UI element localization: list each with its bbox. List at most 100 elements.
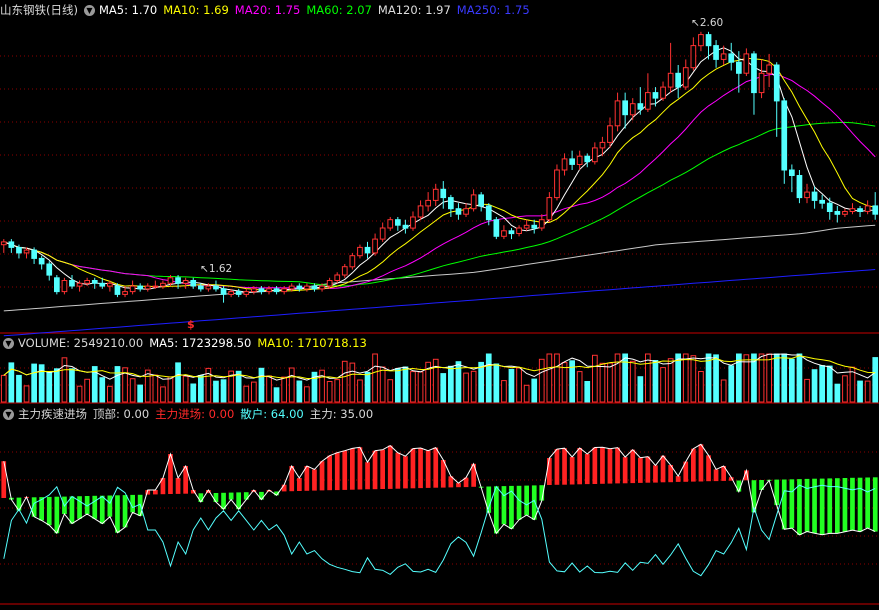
candle-body — [599, 141, 606, 149]
volume-bar — [690, 355, 697, 403]
volume-bar — [167, 376, 174, 403]
volume-bar — [304, 386, 310, 403]
candle-body — [54, 277, 60, 293]
volume-bar — [107, 385, 113, 403]
indicator-bars[interactable] — [1, 443, 878, 577]
candle-body — [485, 205, 492, 221]
volume-bar — [387, 379, 394, 403]
volume-bar — [538, 358, 545, 403]
candle-body — [607, 125, 613, 143]
volume-label: VOLUME: 2549210.00 — [18, 336, 144, 350]
candle-body — [857, 208, 863, 212]
indicator-bar — [175, 478, 181, 494]
moving-average-lines — [3, 47, 876, 337]
indicator-bar — [857, 477, 863, 532]
indicator-bar — [350, 448, 355, 490]
volume-bar — [660, 367, 666, 403]
indicator-bar — [410, 448, 416, 489]
stock-chart[interactable] — [0, 0, 879, 610]
volume-bar — [576, 371, 583, 403]
volume-bar — [546, 353, 553, 403]
indicator-bar — [691, 448, 696, 482]
high-price-annotation: ↖2.60 — [691, 17, 724, 29]
volume-bar — [137, 384, 144, 403]
volume-bar — [341, 360, 348, 403]
candle-body — [561, 158, 568, 171]
candle-body — [690, 45, 697, 69]
volume-bar — [198, 375, 204, 403]
volume-bar — [273, 387, 280, 403]
indicator-bar — [403, 456, 408, 489]
candle-body — [546, 197, 553, 221]
volume-bar — [826, 365, 833, 403]
indicator-bar — [804, 478, 810, 532]
indicator-bar — [592, 447, 598, 484]
candle-body — [531, 224, 538, 229]
ma5-label: MA5: 1.70 — [98, 3, 158, 17]
candle-body — [228, 291, 235, 295]
candle-body — [849, 208, 856, 212]
candle-body — [523, 224, 530, 229]
indicator-bar — [622, 457, 628, 484]
candle-body — [152, 285, 159, 288]
ma10-label: MA10: 1.69 — [163, 3, 229, 17]
candle-body — [175, 277, 181, 284]
indicator-bar — [122, 495, 128, 528]
indicator-bar — [797, 479, 802, 535]
volume-bar — [493, 363, 500, 403]
volume-bar — [872, 357, 879, 403]
candle-body — [167, 277, 174, 284]
candlesticks[interactable] — [0, 31, 879, 303]
volume-bar — [251, 381, 257, 403]
indicator-legend: ▼ 主力疾速进场 顶部: 0.00 主力进场: 0.00 散户: 64.00 主… — [0, 405, 379, 423]
candle-body — [417, 205, 424, 218]
candle-body — [38, 257, 45, 265]
ma20-label: MA20: 1.75 — [234, 3, 301, 17]
indicator-bar — [365, 462, 370, 490]
volume-bar — [614, 353, 621, 403]
volume-bar — [758, 353, 765, 403]
candle-body — [826, 202, 833, 212]
indicator-bar — [243, 492, 249, 500]
volume-bar — [175, 362, 181, 403]
candle-body — [235, 291, 242, 295]
indicator-bar — [819, 478, 825, 535]
candle-body — [341, 266, 348, 276]
indicator-bar — [789, 479, 795, 529]
indicator-bar — [380, 449, 385, 489]
volume-bar — [69, 368, 75, 403]
candle-body — [463, 208, 469, 215]
indicator-bar — [781, 479, 787, 530]
volume-bar — [622, 353, 628, 403]
candle-body — [144, 285, 151, 290]
candle-body — [455, 208, 462, 215]
volume-bars[interactable] — [0, 353, 879, 403]
indicator-bar — [327, 455, 332, 491]
candle-body — [629, 103, 636, 116]
volume-bar — [637, 376, 644, 403]
volume-bar — [629, 360, 636, 403]
chevron-down-icon[interactable]: ▼ — [3, 337, 14, 349]
volume-bar — [804, 378, 810, 403]
candle-body — [76, 282, 83, 287]
volume-bar — [448, 365, 454, 403]
indicator-bar — [46, 496, 52, 526]
volume-bar — [410, 371, 416, 403]
main-force-line — [3, 443, 876, 536]
candle-body — [129, 285, 136, 293]
candle-body — [440, 188, 447, 199]
candle-body — [31, 249, 37, 259]
volume-bar — [736, 353, 742, 403]
volume-bar — [114, 366, 121, 403]
candle-body — [69, 280, 75, 287]
volume-bar — [470, 370, 477, 403]
candle-body — [251, 288, 257, 293]
candle-body — [402, 224, 409, 229]
indicator-bar — [228, 492, 234, 500]
candle-body — [751, 53, 757, 94]
chevron-down-icon[interactable]: ▼ — [3, 408, 14, 420]
volume-bar — [440, 373, 447, 403]
candle-body — [872, 205, 879, 215]
chevron-down-icon[interactable]: ▼ — [83, 4, 95, 16]
volume-bar — [334, 379, 341, 403]
